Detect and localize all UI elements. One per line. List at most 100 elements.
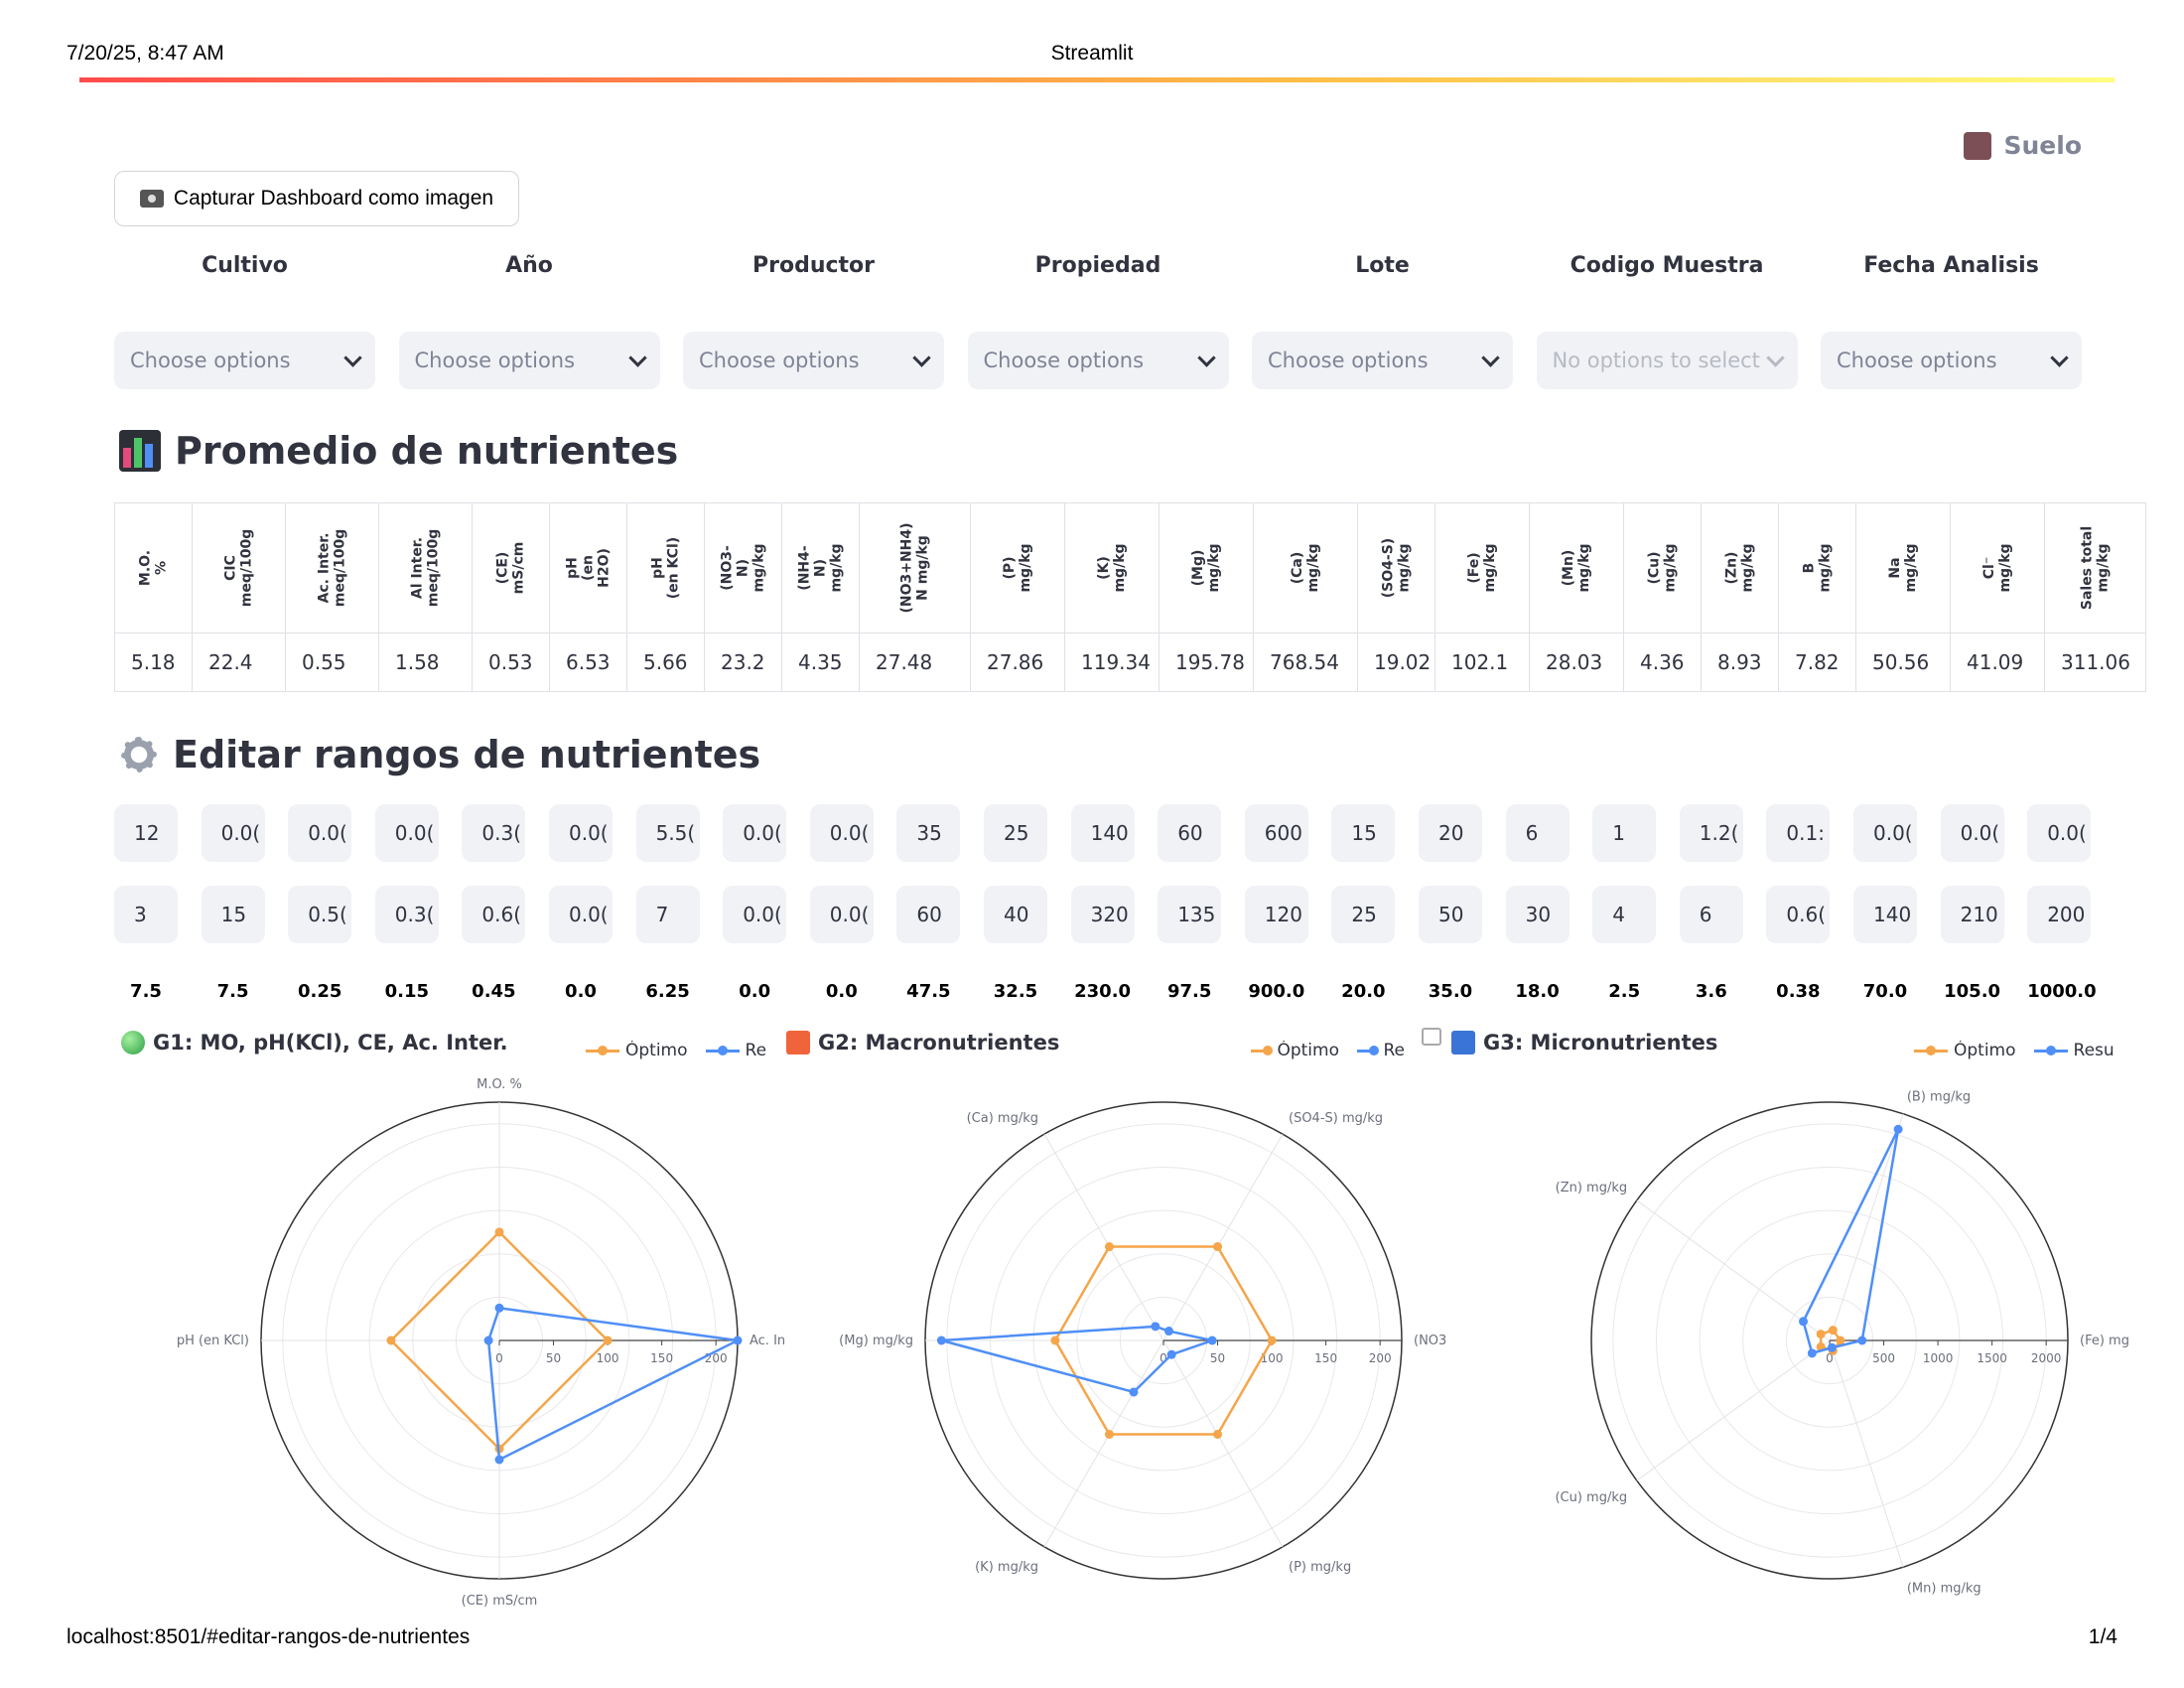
range-min-input[interactable]: 0.0( (288, 804, 352, 862)
column-header[interactable]: (Cu) mg/kg (1623, 502, 1702, 633)
column-header[interactable]: Ac. Inter. meq/100g (285, 502, 379, 633)
table-cell: 1.58 (378, 633, 473, 692)
range-max-input[interactable]: 320 (1070, 886, 1135, 943)
range-min-input[interactable]: 0.0( (1940, 804, 2004, 862)
radar-axis-label: (Mg) mg/kg (839, 1334, 913, 1348)
range-max-input[interactable]: 3 (114, 886, 178, 943)
column-header[interactable]: (Zn) mg/kg (1701, 502, 1779, 633)
column-header[interactable]: B mg/kg (1778, 502, 1856, 633)
filter-select[interactable]: Choose options (398, 332, 660, 389)
table-cell: 27.48 (859, 633, 971, 692)
capture-dashboard-button[interactable]: Capturar Dashboard como imagen (114, 171, 519, 226)
filter-placeholder: Choose options (699, 349, 860, 372)
camera-toolbar-icon[interactable] (1422, 1028, 1441, 1046)
column-header[interactable]: (SO4-S) mg/kg (1357, 502, 1435, 633)
range-min-input[interactable]: 0.0( (1853, 804, 1917, 862)
range-min-input[interactable]: 0.1: (1766, 804, 1831, 862)
range-min-input[interactable]: 0.3( (462, 804, 526, 862)
range-min-input[interactable]: 1 (1592, 804, 1657, 862)
radar-point (1166, 1349, 1176, 1359)
range-max-input[interactable]: 0.0( (723, 886, 787, 943)
range-min-input[interactable]: 0.0( (809, 804, 874, 862)
range-min-input[interactable]: 600 (1244, 804, 1308, 862)
range-min-input[interactable]: 0.0( (374, 804, 439, 862)
range-min-input[interactable]: 25 (984, 804, 1047, 862)
range-max-input[interactable]: 0.5( (288, 886, 352, 943)
range-min-input[interactable]: 1.2( (1679, 804, 1743, 862)
column-header[interactable]: (Mg) mg/kg (1159, 502, 1254, 633)
radar-point (494, 1455, 504, 1465)
range-max-input[interactable]: 120 (1244, 886, 1308, 943)
column-header-text: (CE) mS/cm (494, 541, 527, 595)
range-min-input[interactable]: 140 (1070, 804, 1135, 862)
column-header[interactable]: pH (en H2O) (549, 502, 627, 633)
radar-point (1129, 1387, 1139, 1397)
range-max-input[interactable]: 140 (1853, 886, 1917, 943)
column-header-text: (P) mg/kg (1002, 543, 1033, 593)
range-min-input[interactable]: 0.0( (549, 804, 613, 862)
filter-select[interactable]: Choose options (114, 332, 375, 389)
filter-7: Fecha Analisis Choose options (1821, 253, 2082, 389)
range-min-input[interactable]: 60 (1158, 804, 1222, 862)
range-min-input[interactable]: 5.5( (635, 804, 700, 862)
radar-point (494, 1227, 504, 1237)
range-max-input[interactable]: 200 (2027, 886, 2092, 943)
column-header[interactable]: (Ca) mg/kg (1253, 502, 1358, 633)
range-min-input[interactable]: 15 (1331, 804, 1396, 862)
range-max-input[interactable]: 30 (1505, 886, 1570, 943)
radar-axis-label: (NO3 (1414, 1334, 1446, 1348)
filter-select[interactable]: Choose options (1821, 332, 2082, 389)
filter-select[interactable]: Choose options (967, 332, 1229, 389)
column-header[interactable]: (Fe) mg/kg (1434, 502, 1530, 633)
range-min-input[interactable]: 0.0( (723, 804, 787, 862)
range-max-input[interactable]: 0.6( (462, 886, 526, 943)
filter-select[interactable]: Choose options (1252, 332, 1513, 389)
column-header-text: (K) mg/kg (1096, 543, 1128, 593)
column-header[interactable]: (NH4- N) mg/kg (781, 502, 860, 633)
radar-point (1857, 1336, 1867, 1345)
range-average-value: 0.0 (565, 981, 597, 1002)
range-max-input[interactable]: 0.0( (549, 886, 613, 943)
column-header[interactable]: (CE) mS/cm (472, 502, 550, 633)
radar-axis-label: (Mn) mg/kg (1907, 1582, 1981, 1597)
range-min-input[interactable]: 6 (1505, 804, 1570, 862)
range-min-input[interactable]: 0.0( (201, 804, 265, 862)
range-average-value: 97.5 (1166, 981, 1212, 1002)
range-min-input[interactable]: 0.0( (2027, 804, 2092, 862)
legend-resultado-label: Resu (2073, 1041, 2115, 1060)
column-header[interactable]: (NO3+NH4) N mg/kg (859, 502, 971, 633)
range-min-input[interactable]: 20 (1419, 804, 1482, 862)
range-max-input[interactable]: 40 (984, 886, 1047, 943)
column-header[interactable]: Al Inter. meq/100g (378, 502, 473, 633)
filter-label: Fecha Analisis (1863, 253, 2039, 278)
range-max-input[interactable]: 0.0( (809, 886, 874, 943)
range-max-input[interactable]: 6 (1679, 886, 1743, 943)
column-header-text: (NH4- N) mg/kg (796, 543, 845, 593)
filter-select[interactable]: Choose options (683, 332, 944, 389)
range-max-input[interactable]: 135 (1158, 886, 1222, 943)
range-max-input[interactable]: 15 (201, 886, 265, 943)
column-header[interactable]: pH (en KCl) (626, 502, 705, 633)
column-header[interactable]: CIC meq/100g (192, 502, 286, 633)
range-max-input[interactable]: 50 (1419, 886, 1482, 943)
filter-select: No options to select (1536, 332, 1798, 389)
range-max-input[interactable]: 25 (1331, 886, 1396, 943)
filter-6: Codigo Muestra No options to select (1536, 253, 1798, 389)
column-header[interactable]: Na mg/kg (1855, 502, 1951, 633)
section-title-promedio: Promedio de nutrientes (119, 429, 678, 473)
range-max-input[interactable]: 0.6( (1766, 886, 1831, 943)
column-header[interactable]: (Mn) mg/kg (1529, 502, 1624, 633)
column-header[interactable]: (K) mg/kg (1064, 502, 1160, 633)
range-max-input[interactable]: 60 (896, 886, 961, 943)
range-max-input[interactable]: 4 (1592, 886, 1657, 943)
range-max-input[interactable]: 210 (1940, 886, 2004, 943)
range-min-input[interactable]: 12 (114, 804, 178, 862)
range-max-input[interactable]: 7 (635, 886, 700, 943)
column-header[interactable]: (NO3- N) mg/kg (704, 502, 782, 633)
range-max-input[interactable]: 0.3( (374, 886, 439, 943)
column-header[interactable]: Sales total mg/kg (2044, 502, 2146, 633)
range-min-input[interactable]: 35 (896, 804, 961, 862)
column-header[interactable]: (P) mg/kg (970, 502, 1065, 633)
column-header[interactable]: Cl⁻ mg/kg (1950, 502, 2045, 633)
column-header[interactable]: M.O. % (114, 502, 193, 633)
